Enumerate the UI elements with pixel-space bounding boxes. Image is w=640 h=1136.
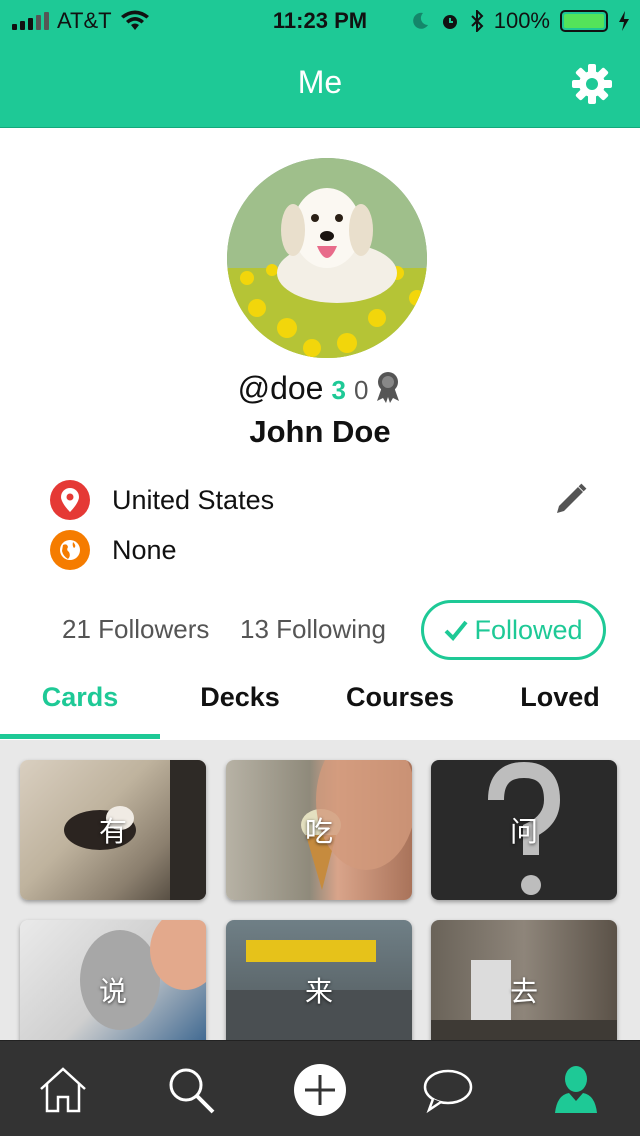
card-label: 去	[509, 975, 538, 1008]
home-icon[interactable]	[36, 1063, 90, 1117]
page-title: Me	[297, 64, 343, 100]
following-link[interactable]: 13 Following	[240, 614, 386, 645]
card-label: 有	[98, 815, 127, 848]
followed-label: Followed	[474, 614, 583, 645]
app-header: Me	[0, 40, 640, 128]
country-label: United States	[112, 484, 275, 515]
active-tab-indicator	[0, 734, 160, 739]
language-label: None	[112, 534, 177, 565]
card-label: 问	[509, 815, 538, 848]
charging-icon	[619, 11, 629, 31]
card-item[interactable]: 说	[20, 920, 206, 1040]
card-item[interactable]: 来	[226, 920, 412, 1040]
avatar-image	[227, 158, 427, 358]
pencil-icon[interactable]	[554, 482, 588, 516]
check-icon	[445, 620, 469, 641]
language-row: None	[50, 530, 177, 570]
country-row: United States	[50, 480, 274, 520]
moon-icon	[412, 12, 428, 29]
search-icon[interactable]	[164, 1063, 218, 1117]
battery-icon	[560, 10, 608, 32]
handle-row: @doe 3 0	[0, 370, 640, 407]
gear-icon[interactable]	[570, 62, 614, 106]
tab-decks[interactable]: Decks	[160, 670, 320, 740]
card-item[interactable]: 吃	[226, 760, 412, 900]
location-pin-icon	[50, 480, 90, 520]
chat-icon[interactable]	[421, 1063, 475, 1117]
profile-icon[interactable]	[549, 1063, 603, 1117]
bottom-nav	[0, 1040, 640, 1136]
tab-courses[interactable]: Courses	[320, 670, 480, 740]
card-label: 说	[98, 975, 127, 1008]
secondary-count: 0	[353, 375, 369, 405]
card-label: 来	[304, 975, 333, 1008]
full-name: John Doe	[249, 414, 391, 449]
tab-cards[interactable]: Cards	[0, 670, 160, 740]
primary-count: 3	[331, 375, 346, 405]
ribbon-icon	[377, 372, 400, 403]
tab-loved[interactable]: Loved	[480, 670, 640, 740]
alarm-icon	[442, 15, 457, 29]
card-grid: 有 吃 问 说 来 去	[0, 740, 640, 1040]
card-item[interactable]: 有	[20, 760, 206, 900]
globe-icon	[50, 530, 90, 570]
profile-tabs: Cards Decks Courses Loved	[0, 670, 640, 740]
followed-button[interactable]: Followed	[421, 600, 606, 660]
status-bar: AT&T 11:23 PM 100%	[0, 0, 640, 40]
username-handle: @doe	[237, 370, 324, 406]
add-icon[interactable]	[293, 1063, 347, 1117]
bluetooth-icon	[471, 10, 484, 32]
card-item[interactable]: 问	[431, 760, 617, 900]
battery-percent: 100%	[493, 8, 550, 33]
avatar[interactable]	[227, 158, 427, 358]
status-icons: 100%	[410, 8, 630, 34]
card-label: 吃	[304, 815, 333, 848]
card-item[interactable]: 去	[431, 920, 617, 1040]
followers-link[interactable]: 21 Followers	[62, 614, 209, 645]
follow-stats: 21 Followers 13 Following Followed	[0, 600, 640, 660]
